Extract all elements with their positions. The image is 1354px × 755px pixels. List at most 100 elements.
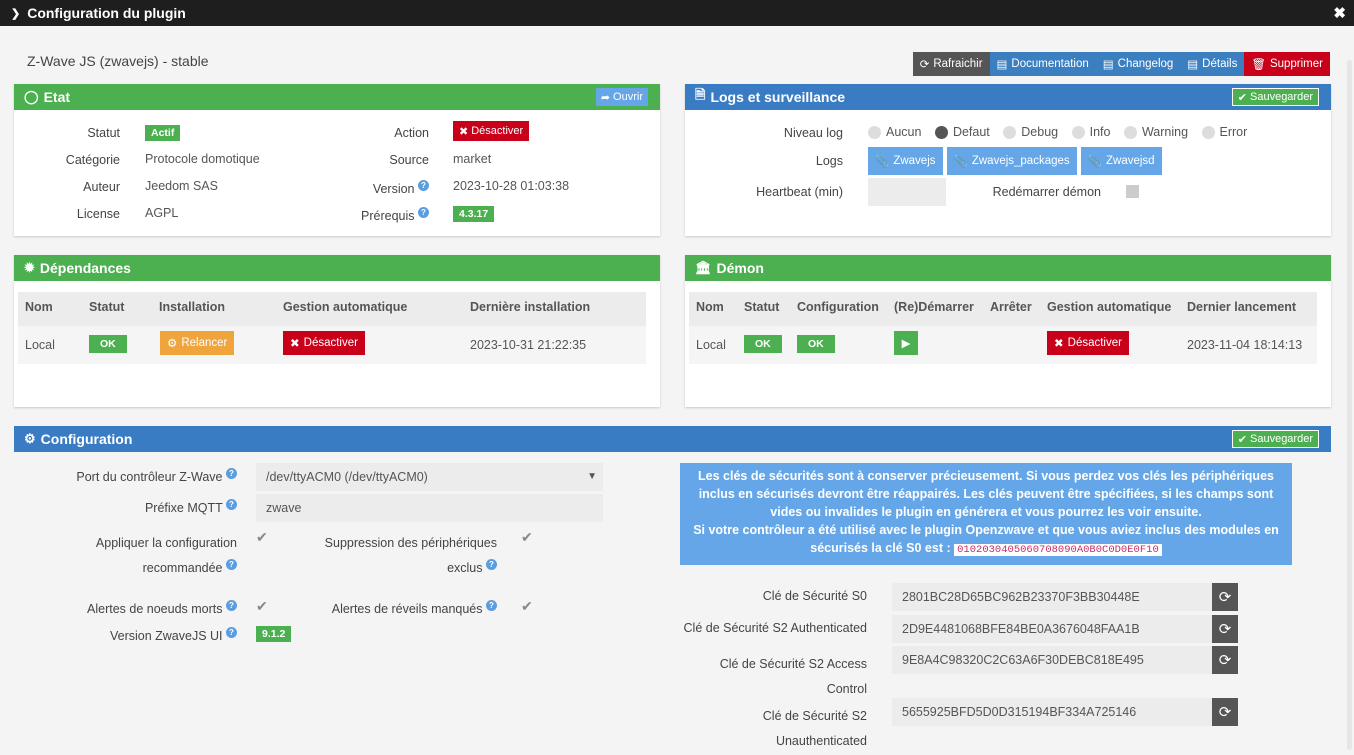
radio-error[interactable]: Error bbox=[1201, 125, 1247, 139]
delete-button[interactable]: 🗑 Supprimer bbox=[1244, 52, 1330, 76]
key-s2-access-input[interactable]: 9E8A4C98320C2C63A6F30DEBC818E495 bbox=[892, 646, 1212, 674]
log-zwavejs-packages-button[interactable]: 📎 Zwavejs_packages bbox=[946, 147, 1077, 175]
start-demon-button[interactable]: ▶ bbox=[894, 331, 918, 355]
refresh-key-s0-button[interactable]: ⟳ bbox=[1212, 583, 1238, 611]
close-icon: ✖ bbox=[1054, 338, 1064, 350]
alertes-reveils-checkbox[interactable]: ✔ bbox=[521, 598, 533, 615]
help-icon[interactable]: ? bbox=[226, 499, 237, 510]
scrollbar[interactable] bbox=[1347, 60, 1352, 750]
paperclip-icon: 📎 bbox=[953, 156, 968, 168]
alertes-noeuds-label: Alertes de noeuds morts ? bbox=[87, 600, 237, 616]
documentation-button[interactable]: ▤ Documentation bbox=[989, 52, 1096, 76]
alertes-noeuds-checkbox[interactable]: ✔ bbox=[256, 598, 268, 615]
col-redemarrer: (Re)Démarrer bbox=[894, 300, 974, 314]
mqtt-input[interactable]: zwave bbox=[256, 494, 603, 522]
port-select[interactable]: /dev/ttyACM0 (/dev/ttyACM0) ▼ bbox=[256, 463, 603, 491]
radio-info[interactable]: Info bbox=[1071, 125, 1110, 139]
details-button[interactable]: ▤ Détails bbox=[1180, 52, 1245, 76]
configuration-panel: ⚙ Configuration ✔ Sauvegarder Port du con… bbox=[14, 426, 1331, 755]
help-icon[interactable]: ? bbox=[226, 600, 237, 611]
book-icon: ▤ bbox=[996, 59, 1008, 71]
demon-statut-badge: OK bbox=[744, 335, 782, 353]
disable-plugin-button[interactable]: ✖ Désactiver bbox=[453, 121, 530, 141]
table-row: Local OK ⚙ Relancer ✖ Désactiver 2023-10-3… bbox=[18, 326, 646, 364]
help-icon[interactable]: ? bbox=[486, 558, 497, 570]
port-label: Port du contrôleur Z-Wave ? bbox=[76, 468, 237, 484]
key-s2-unauth-input[interactable]: 5655925BFD5D0D315194BF334A725146 bbox=[892, 698, 1212, 726]
log-zwavejs-button[interactable]: 📎 Zwavejs bbox=[868, 147, 943, 175]
radio-aucun[interactable]: Aucun bbox=[868, 125, 921, 139]
play-icon: ▶ bbox=[901, 338, 911, 350]
suppression-checkbox[interactable]: ✔ bbox=[521, 529, 533, 546]
col-statut: Statut bbox=[89, 300, 125, 314]
config-save-button[interactable]: ✔ Sauvegarder bbox=[1231, 430, 1319, 448]
auteur-value: Jeedom SAS bbox=[145, 179, 218, 193]
version-ui-badge: 9.1.2 bbox=[256, 626, 292, 642]
paperclip-icon: 📎 bbox=[875, 156, 890, 168]
dep-derniere: 2023-10-31 21:22:35 bbox=[470, 338, 587, 352]
key-s2-auth-input[interactable]: 2D9E4481068BFE84BE0A3676048FAA1B bbox=[892, 615, 1212, 643]
file-icon: 🗎 bbox=[695, 87, 706, 102]
university-icon: 🏛 bbox=[695, 260, 712, 275]
help-icon[interactable]: ? bbox=[486, 600, 497, 611]
plugin-name: Z-Wave JS (zwavejs) - stable bbox=[27, 53, 209, 69]
close-icon[interactable]: ✖ bbox=[1333, 4, 1346, 22]
help-icon[interactable]: ? bbox=[226, 558, 237, 570]
log-zwavejsd-button[interactable]: 📎 Zwavejsd bbox=[1080, 147, 1162, 175]
key-s2-unauth-label: Clé de Sécurité S2 Unauthenticated bbox=[762, 709, 867, 748]
apply-config-checkbox[interactable]: ✔ bbox=[256, 529, 268, 546]
version-label: Version ? bbox=[373, 180, 429, 196]
action-label: Action bbox=[394, 126, 429, 140]
heartbeat-label: Heartbeat (min) bbox=[756, 185, 843, 199]
statut-badge: Actif bbox=[145, 125, 181, 141]
logs-panel: 🗎 Logs et surveillance ✔ Sauvegarder Nive… bbox=[685, 84, 1331, 236]
spinner-icon: ◯ bbox=[24, 89, 39, 104]
restart-demon-label: Redémarrer démon bbox=[992, 185, 1101, 199]
demon-disable-button[interactable]: ✖ Désactiver bbox=[1047, 331, 1129, 355]
etat-header: ◯ Etat ➦ Ouvrir bbox=[14, 84, 660, 110]
dependances-header: ✹ Dépendances bbox=[14, 255, 660, 281]
key-s0-input[interactable]: 2801BC28D65BC962B23370F3BB30448E bbox=[892, 583, 1212, 611]
refresh-key-s2-access-button[interactable]: ⟳ bbox=[1212, 646, 1238, 674]
open-button[interactable]: ➦ Ouvrir bbox=[595, 88, 648, 106]
statut-label: Statut bbox=[87, 126, 120, 140]
window-titlebar: ❯ Configuration du plugin ✖ bbox=[0, 0, 1354, 26]
log-level-radios: Aucun Defaut Debug Info Warning Error bbox=[868, 125, 1257, 142]
col-statut: Statut bbox=[744, 300, 780, 314]
refresh-button[interactable]: ⟳ Rafraichir bbox=[912, 52, 990, 76]
mqtt-label: Préfixe MQTT ? bbox=[145, 499, 237, 515]
help-icon[interactable]: ? bbox=[226, 627, 237, 638]
col-derniere: Dernière installation bbox=[470, 300, 591, 314]
restart-demon-checkbox[interactable] bbox=[1126, 185, 1139, 198]
help-icon[interactable]: ? bbox=[418, 180, 429, 191]
radio-warning[interactable]: Warning bbox=[1123, 125, 1188, 139]
demon-header: 🏛 Démon bbox=[685, 255, 1331, 281]
categorie-label: Catégorie bbox=[65, 153, 120, 167]
refresh-icon: ⟳ bbox=[1218, 621, 1232, 638]
col-nom: Nom bbox=[696, 300, 724, 314]
alertes-reveils-label: Alertes de réveils manqués ? bbox=[332, 600, 497, 616]
help-icon[interactable]: ? bbox=[418, 207, 429, 218]
suppression-label: Suppression des périphériques exclus ? bbox=[324, 536, 497, 575]
demon-nom: Local bbox=[696, 338, 726, 352]
prerequis-label: Prérequis ? bbox=[361, 207, 429, 223]
help-icon[interactable]: ? bbox=[226, 468, 237, 479]
table-row: Local OK OK ▶ ✖ Désactiver 2023-11-04 18:… bbox=[689, 326, 1317, 364]
key-s2-auth-label: Clé de Sécurité S2 Authenticated bbox=[683, 621, 867, 635]
radio-debug[interactable]: Debug bbox=[1003, 125, 1058, 139]
logs-save-button[interactable]: ✔ Sauvegarder bbox=[1231, 88, 1319, 106]
refresh-key-s2-auth-button[interactable]: ⟳ bbox=[1212, 615, 1238, 643]
dep-disable-button[interactable]: ✖ Désactiver bbox=[283, 331, 365, 355]
demon-table: Nom Statut Configuration (Re)Démarrer Ar… bbox=[689, 292, 1317, 364]
changelog-button[interactable]: ▤ Changelog bbox=[1095, 52, 1181, 76]
niveau-log-label: Niveau log bbox=[783, 126, 843, 140]
refresh-key-s2-unauth-button[interactable]: ⟳ bbox=[1212, 698, 1238, 726]
relancer-button[interactable]: ⚙ Relancer bbox=[160, 331, 235, 355]
cogs-icon: ⚙ bbox=[24, 431, 36, 446]
categorie-value: Protocole domotique bbox=[145, 152, 260, 166]
refresh-icon: ⟳ bbox=[919, 59, 930, 71]
certificate-icon: ✹ bbox=[24, 260, 35, 275]
heartbeat-input[interactable] bbox=[868, 178, 946, 206]
col-gestion: Gestion automatique bbox=[1047, 300, 1172, 314]
radio-defaut[interactable]: Defaut bbox=[934, 125, 990, 139]
